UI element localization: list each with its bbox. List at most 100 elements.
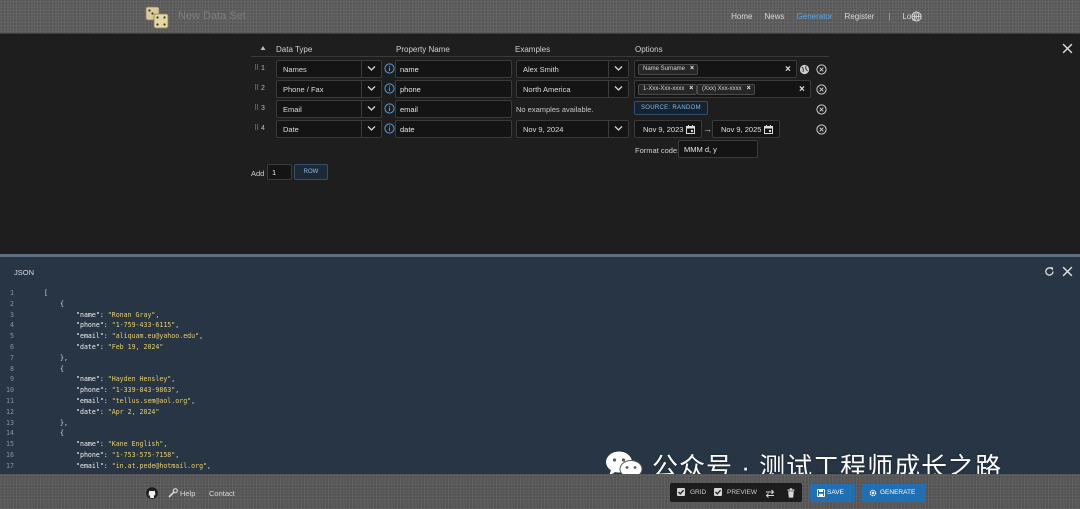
grid-checkbox[interactable]	[677, 488, 685, 496]
date-from-input[interactable]: Nov 9, 2023	[634, 120, 702, 138]
date-to-input[interactable]: Nov 9, 2025	[712, 120, 780, 138]
format-code-input[interactable]: MMM d, y	[678, 140, 758, 158]
github-icon[interactable]	[146, 487, 158, 499]
example-select[interactable]: North America	[516, 80, 629, 98]
property-name-input[interactable]: phone	[395, 80, 512, 98]
remove-chip-icon[interactable]: ×	[747, 85, 751, 92]
check-icon	[678, 489, 685, 495]
json-key: "name":	[76, 375, 108, 384]
help-icon[interactable]	[168, 488, 178, 498]
name-format-multiselect[interactable]: Name Surname × ×	[634, 60, 797, 78]
close-grid-icon[interactable]	[1062, 43, 1073, 54]
example-select[interactable]: Alex Smith	[516, 60, 629, 78]
help-link[interactable]: Help	[180, 489, 195, 498]
nav-news[interactable]: News	[765, 12, 785, 21]
drag-handle-icon[interactable]: ⠿	[254, 64, 259, 72]
data-set-title[interactable]: New Data Set	[178, 10, 246, 22]
code-text: "date": "Feb 19, 2024"	[76, 342, 163, 353]
code-punct: {	[60, 364, 64, 373]
code-punct: ,	[175, 450, 180, 459]
json-value: "Kane English"	[107, 440, 164, 449]
line-number: 14	[6, 429, 14, 438]
nav-generator[interactable]: Generator	[797, 12, 833, 21]
delete-row-icon[interactable]	[816, 84, 827, 95]
date-to-value: Nov 9, 2025	[721, 125, 762, 134]
source-random-button[interactable]: SOURCE: RANDOM	[634, 101, 708, 115]
example-select[interactable]: Nov 9, 2024	[516, 120, 629, 138]
dice-logo-icon[interactable]	[145, 5, 169, 29]
clear-options-icon[interactable]: ×	[785, 64, 791, 75]
globe-icon[interactable]	[911, 11, 922, 22]
save-button[interactable]: SAVE	[810, 484, 855, 502]
json-key: "date":	[76, 407, 108, 416]
code-text: "email": "in.at.pede@hotmail.org",	[76, 461, 211, 472]
property-name-input[interactable]: date	[395, 120, 512, 138]
refresh-icon[interactable]	[1044, 266, 1055, 277]
grid-row-1: ⠿ 1 Names name Alex Smith Name Surname × …	[251, 60, 829, 78]
code-line: 7},	[0, 353, 1080, 364]
swap-layout-icon[interactable]	[765, 489, 775, 498]
nav-home[interactable]: Home	[731, 12, 752, 21]
info-icon[interactable]	[384, 63, 395, 74]
info-icon[interactable]	[384, 83, 395, 94]
nav-register[interactable]: Register	[845, 12, 875, 21]
preview-format-title: JSON	[14, 268, 35, 277]
data-type-value: Date	[283, 125, 299, 134]
clear-options-icon[interactable]: ×	[799, 84, 805, 95]
delete-row-icon[interactable]	[816, 64, 827, 75]
contact-link[interactable]: Contact	[209, 489, 235, 498]
range-arrow: →	[703, 124, 712, 134]
sort-triangle-icon[interactable]	[260, 45, 266, 51]
json-value: "Hayden Hensley"	[107, 375, 172, 384]
preview-checkbox[interactable]	[714, 488, 722, 496]
remove-chip-icon[interactable]: ×	[689, 85, 693, 92]
json-key: "email":	[76, 396, 112, 405]
drag-handle-icon[interactable]: ⠿	[254, 84, 259, 92]
code-line: 10 "phone": "1-339-843-9863",	[0, 385, 1080, 396]
info-icon[interactable]	[384, 123, 395, 134]
line-number: 13	[6, 418, 14, 427]
remove-chip-icon[interactable]: ×	[690, 65, 694, 72]
preview-toggle-label[interactable]: PREVIEW	[727, 489, 757, 496]
chip-label: (Xxx) Xxx-xxxx	[702, 86, 742, 92]
json-key: "phone":	[76, 386, 112, 395]
nav-separator: |	[888, 12, 891, 21]
code-punct: ,	[175, 321, 180, 330]
date-from-value: Nov 9, 2023	[643, 125, 684, 134]
info-icon[interactable]	[384, 103, 395, 114]
generate-button[interactable]: GENERATE	[862, 484, 926, 502]
grid-toggle-label[interactable]: GRID	[690, 489, 706, 496]
code-line: 11 "email": "tellus.sem@aol.org",	[0, 396, 1080, 407]
property-name-input[interactable]: name	[395, 60, 512, 78]
data-type-select[interactable]: Phone / Fax	[276, 80, 382, 98]
chevron-down-icon	[367, 66, 376, 71]
delete-row-icon[interactable]	[816, 104, 827, 115]
trash-icon[interactable]	[787, 488, 795, 498]
close-preview-icon[interactable]	[1062, 266, 1073, 277]
add-row-count-input[interactable]: 1	[267, 164, 292, 180]
add-row-button[interactable]: ROW	[294, 164, 328, 180]
add-label: Add	[251, 169, 265, 178]
phone-format-multiselect[interactable]: 1-Xxx-Xxx-xxxx × (Xxx) Xxx-xxxx × ×	[634, 80, 811, 98]
data-type-select[interactable]: Email	[276, 100, 382, 118]
data-type-select[interactable]: Date	[276, 120, 382, 138]
line-number: 1	[10, 289, 14, 297]
code-line: 6 "date": "Feb 19, 2024"	[0, 342, 1080, 353]
line-number: 5	[10, 332, 14, 341]
globe-icon[interactable]	[799, 64, 810, 75]
code-punct: [	[44, 289, 48, 297]
drag-handle-icon[interactable]: ⠿	[254, 104, 259, 112]
drag-handle-icon[interactable]: ⠿	[254, 124, 259, 132]
chevron-down-icon	[614, 66, 623, 71]
format-code-label: Format code:	[635, 146, 680, 155]
code-text: "phone": "1-759-433-6115",	[76, 320, 179, 331]
delete-row-icon[interactable]	[816, 124, 827, 135]
data-type-select[interactable]: Names	[276, 60, 382, 78]
json-value: "1-753-575-7158"	[111, 450, 176, 459]
calendar-icon[interactable]	[764, 125, 773, 134]
code-punct: ,	[191, 396, 196, 405]
property-name-input[interactable]: email	[395, 100, 512, 118]
data-type-value: Email	[283, 105, 302, 114]
grid-row-2: ⠿ 2 Phone / Fax phone North America 1-Xx…	[251, 80, 829, 98]
calendar-icon[interactable]	[686, 125, 695, 134]
